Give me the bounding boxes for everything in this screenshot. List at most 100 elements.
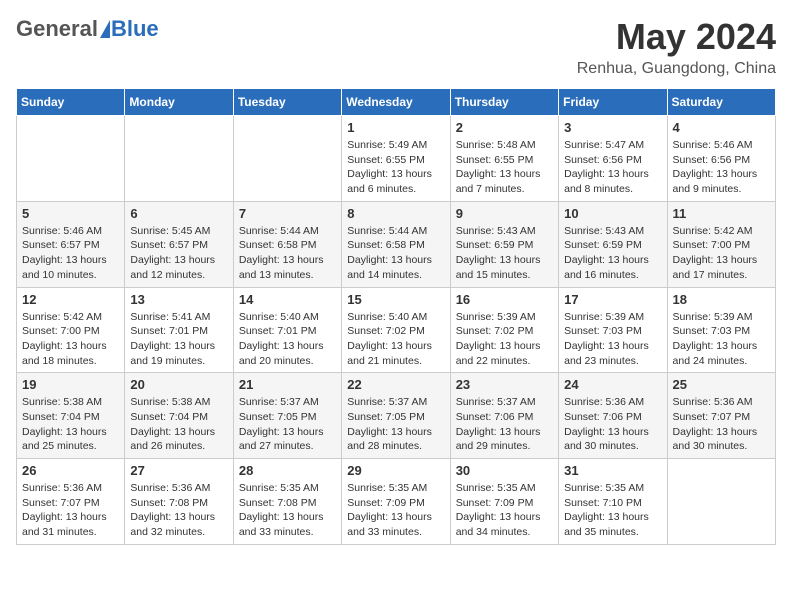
calendar-cell: 18 Sunrise: 5:39 AM Sunset: 7:03 PM Dayli…	[667, 287, 775, 373]
calendar-cell: 9Sunrise: 5:43 AM Sunset: 6:59 PM Daylig…	[450, 201, 558, 287]
day-info: Sunrise: 5:36 AM Sunset: 7:07 PM Dayligh…	[22, 481, 119, 540]
calendar-week-row: 26 Sunrise: 5:36 AM Sunset: 7:07 PM Dayli…	[17, 459, 776, 545]
day-info: Sunrise: 5:40 AM Sunset: 7:02 PM Dayligh…	[347, 310, 444, 369]
calendar-header: Sunday Monday Tuesday Wednesday Thursday…	[17, 89, 776, 116]
page-header: General Blue May 2024 Renhua, Guangdong,…	[16, 16, 776, 78]
logo-blue: Blue	[111, 16, 159, 42]
header-monday: Monday	[125, 89, 233, 116]
logo-triangle-icon	[100, 20, 110, 38]
calendar-cell	[17, 116, 125, 202]
day-number: 2	[456, 120, 553, 135]
day-info: Sunrise: 5:46 AM Sunset: 6:56 PM Dayligh…	[673, 138, 770, 197]
calendar-body: 1Sunrise: 5:49 AM Sunset: 6:55 PM Daylig…	[17, 116, 776, 545]
day-number: 30	[456, 463, 553, 478]
day-number: 9	[456, 206, 553, 221]
calendar-cell: 27Sunrise: 5:36 AM Sunset: 7:08 PM Dayli…	[125, 459, 233, 545]
day-number: 26	[22, 463, 119, 478]
day-number: 12	[22, 292, 119, 307]
day-number: 18	[673, 292, 770, 307]
day-number: 28	[239, 463, 336, 478]
calendar-week-row: 1Sunrise: 5:49 AM Sunset: 6:55 PM Daylig…	[17, 116, 776, 202]
day-number: 17	[564, 292, 661, 307]
day-info: Sunrise: 5:37 AM Sunset: 7:06 PM Dayligh…	[456, 395, 553, 454]
location: Renhua, Guangdong, China	[577, 60, 776, 78]
day-info: Sunrise: 5:39 AM Sunset: 7:03 PM Dayligh…	[673, 310, 770, 369]
day-number: 7	[239, 206, 336, 221]
day-number: 8	[347, 206, 444, 221]
logo-general: General	[16, 16, 98, 42]
calendar-cell: 31 Sunrise: 5:35 AM Sunset: 7:10 PM Dayli…	[559, 459, 667, 545]
calendar-cell	[125, 116, 233, 202]
calendar-cell: 21 Sunrise: 5:37 AM Sunset: 7:05 PM Dayli…	[233, 373, 341, 459]
calendar-cell: 30 Sunrise: 5:35 AM Sunset: 7:09 PM Dayli…	[450, 459, 558, 545]
day-info: Sunrise: 5:35 AM Sunset: 7:10 PM Dayligh…	[564, 481, 661, 540]
day-number: 5	[22, 206, 119, 221]
header-sunday: Sunday	[17, 89, 125, 116]
calendar-cell: 12Sunrise: 5:42 AM Sunset: 7:00 PM Dayli…	[17, 287, 125, 373]
calendar-cell	[667, 459, 775, 545]
day-number: 25	[673, 377, 770, 392]
calendar-cell: 19Sunrise: 5:38 AM Sunset: 7:04 PM Dayli…	[17, 373, 125, 459]
title-block: May 2024 Renhua, Guangdong, China	[577, 16, 776, 78]
calendar-cell: 14 Sunrise: 5:40 AM Sunset: 7:01 PM Dayli…	[233, 287, 341, 373]
header-thursday: Thursday	[450, 89, 558, 116]
day-info: Sunrise: 5:42 AM Sunset: 7:00 PM Dayligh…	[673, 224, 770, 283]
day-number: 31	[564, 463, 661, 478]
weekday-header-row: Sunday Monday Tuesday Wednesday Thursday…	[17, 89, 776, 116]
calendar-cell: 25 Sunrise: 5:36 AM Sunset: 7:07 PM Dayli…	[667, 373, 775, 459]
calendar-cell	[233, 116, 341, 202]
day-info: Sunrise: 5:47 AM Sunset: 6:56 PM Dayligh…	[564, 138, 661, 197]
calendar-cell: 5Sunrise: 5:46 AM Sunset: 6:57 PM Daylig…	[17, 201, 125, 287]
day-number: 15	[347, 292, 444, 307]
calendar-cell: 20Sunrise: 5:38 AM Sunset: 7:04 PM Dayli…	[125, 373, 233, 459]
calendar-cell: 7 Sunrise: 5:44 AM Sunset: 6:58 PM Daylig…	[233, 201, 341, 287]
calendar-cell: 29 Sunrise: 5:35 AM Sunset: 7:09 PM Dayli…	[342, 459, 450, 545]
day-info: Sunrise: 5:48 AM Sunset: 6:55 PM Dayligh…	[456, 138, 553, 197]
calendar-cell: 8 Sunrise: 5:44 AM Sunset: 6:58 PM Daylig…	[342, 201, 450, 287]
header-tuesday: Tuesday	[233, 89, 341, 116]
day-info: Sunrise: 5:38 AM Sunset: 7:04 PM Dayligh…	[22, 395, 119, 454]
header-saturday: Saturday	[667, 89, 775, 116]
day-info: Sunrise: 5:45 AM Sunset: 6:57 PM Dayligh…	[130, 224, 227, 283]
calendar-cell: 24Sunrise: 5:36 AM Sunset: 7:06 PM Dayli…	[559, 373, 667, 459]
calendar-cell: 10Sunrise: 5:43 AM Sunset: 6:59 PM Dayli…	[559, 201, 667, 287]
calendar-cell: 16 Sunrise: 5:39 AM Sunset: 7:02 PM Dayli…	[450, 287, 558, 373]
header-friday: Friday	[559, 89, 667, 116]
day-number: 1	[347, 120, 444, 135]
day-info: Sunrise: 5:40 AM Sunset: 7:01 PM Dayligh…	[239, 310, 336, 369]
day-info: Sunrise: 5:39 AM Sunset: 7:02 PM Dayligh…	[456, 310, 553, 369]
calendar-week-row: 19Sunrise: 5:38 AM Sunset: 7:04 PM Dayli…	[17, 373, 776, 459]
day-info: Sunrise: 5:44 AM Sunset: 6:58 PM Dayligh…	[239, 224, 336, 283]
day-number: 13	[130, 292, 227, 307]
calendar-cell: 23 Sunrise: 5:37 AM Sunset: 7:06 PM Dayli…	[450, 373, 558, 459]
calendar-cell: 1Sunrise: 5:49 AM Sunset: 6:55 PM Daylig…	[342, 116, 450, 202]
day-number: 24	[564, 377, 661, 392]
day-info: Sunrise: 5:36 AM Sunset: 7:08 PM Dayligh…	[130, 481, 227, 540]
day-number: 21	[239, 377, 336, 392]
day-info: Sunrise: 5:35 AM Sunset: 7:09 PM Dayligh…	[347, 481, 444, 540]
calendar-cell: 11Sunrise: 5:42 AM Sunset: 7:00 PM Dayli…	[667, 201, 775, 287]
day-info: Sunrise: 5:35 AM Sunset: 7:09 PM Dayligh…	[456, 481, 553, 540]
day-number: 4	[673, 120, 770, 135]
calendar-cell: 28 Sunrise: 5:35 AM Sunset: 7:08 PM Dayli…	[233, 459, 341, 545]
day-number: 23	[456, 377, 553, 392]
logo: General Blue	[16, 16, 159, 42]
calendar-cell: 22Sunrise: 5:37 AM Sunset: 7:05 PM Dayli…	[342, 373, 450, 459]
calendar-cell: 6Sunrise: 5:45 AM Sunset: 6:57 PM Daylig…	[125, 201, 233, 287]
day-number: 14	[239, 292, 336, 307]
header-wednesday: Wednesday	[342, 89, 450, 116]
calendar-cell: 2 Sunrise: 5:48 AM Sunset: 6:55 PM Daylig…	[450, 116, 558, 202]
day-info: Sunrise: 5:39 AM Sunset: 7:03 PM Dayligh…	[564, 310, 661, 369]
day-number: 16	[456, 292, 553, 307]
day-number: 29	[347, 463, 444, 478]
day-info: Sunrise: 5:44 AM Sunset: 6:58 PM Dayligh…	[347, 224, 444, 283]
calendar-week-row: 5Sunrise: 5:46 AM Sunset: 6:57 PM Daylig…	[17, 201, 776, 287]
day-info: Sunrise: 5:36 AM Sunset: 7:07 PM Dayligh…	[673, 395, 770, 454]
calendar-table: Sunday Monday Tuesday Wednesday Thursday…	[16, 88, 776, 545]
calendar-cell: 4 Sunrise: 5:46 AM Sunset: 6:56 PM Daylig…	[667, 116, 775, 202]
day-info: Sunrise: 5:41 AM Sunset: 7:01 PM Dayligh…	[130, 310, 227, 369]
day-info: Sunrise: 5:35 AM Sunset: 7:08 PM Dayligh…	[239, 481, 336, 540]
calendar-cell: 15 Sunrise: 5:40 AM Sunset: 7:02 PM Dayli…	[342, 287, 450, 373]
day-info: Sunrise: 5:43 AM Sunset: 6:59 PM Dayligh…	[564, 224, 661, 283]
day-info: Sunrise: 5:37 AM Sunset: 7:05 PM Dayligh…	[239, 395, 336, 454]
